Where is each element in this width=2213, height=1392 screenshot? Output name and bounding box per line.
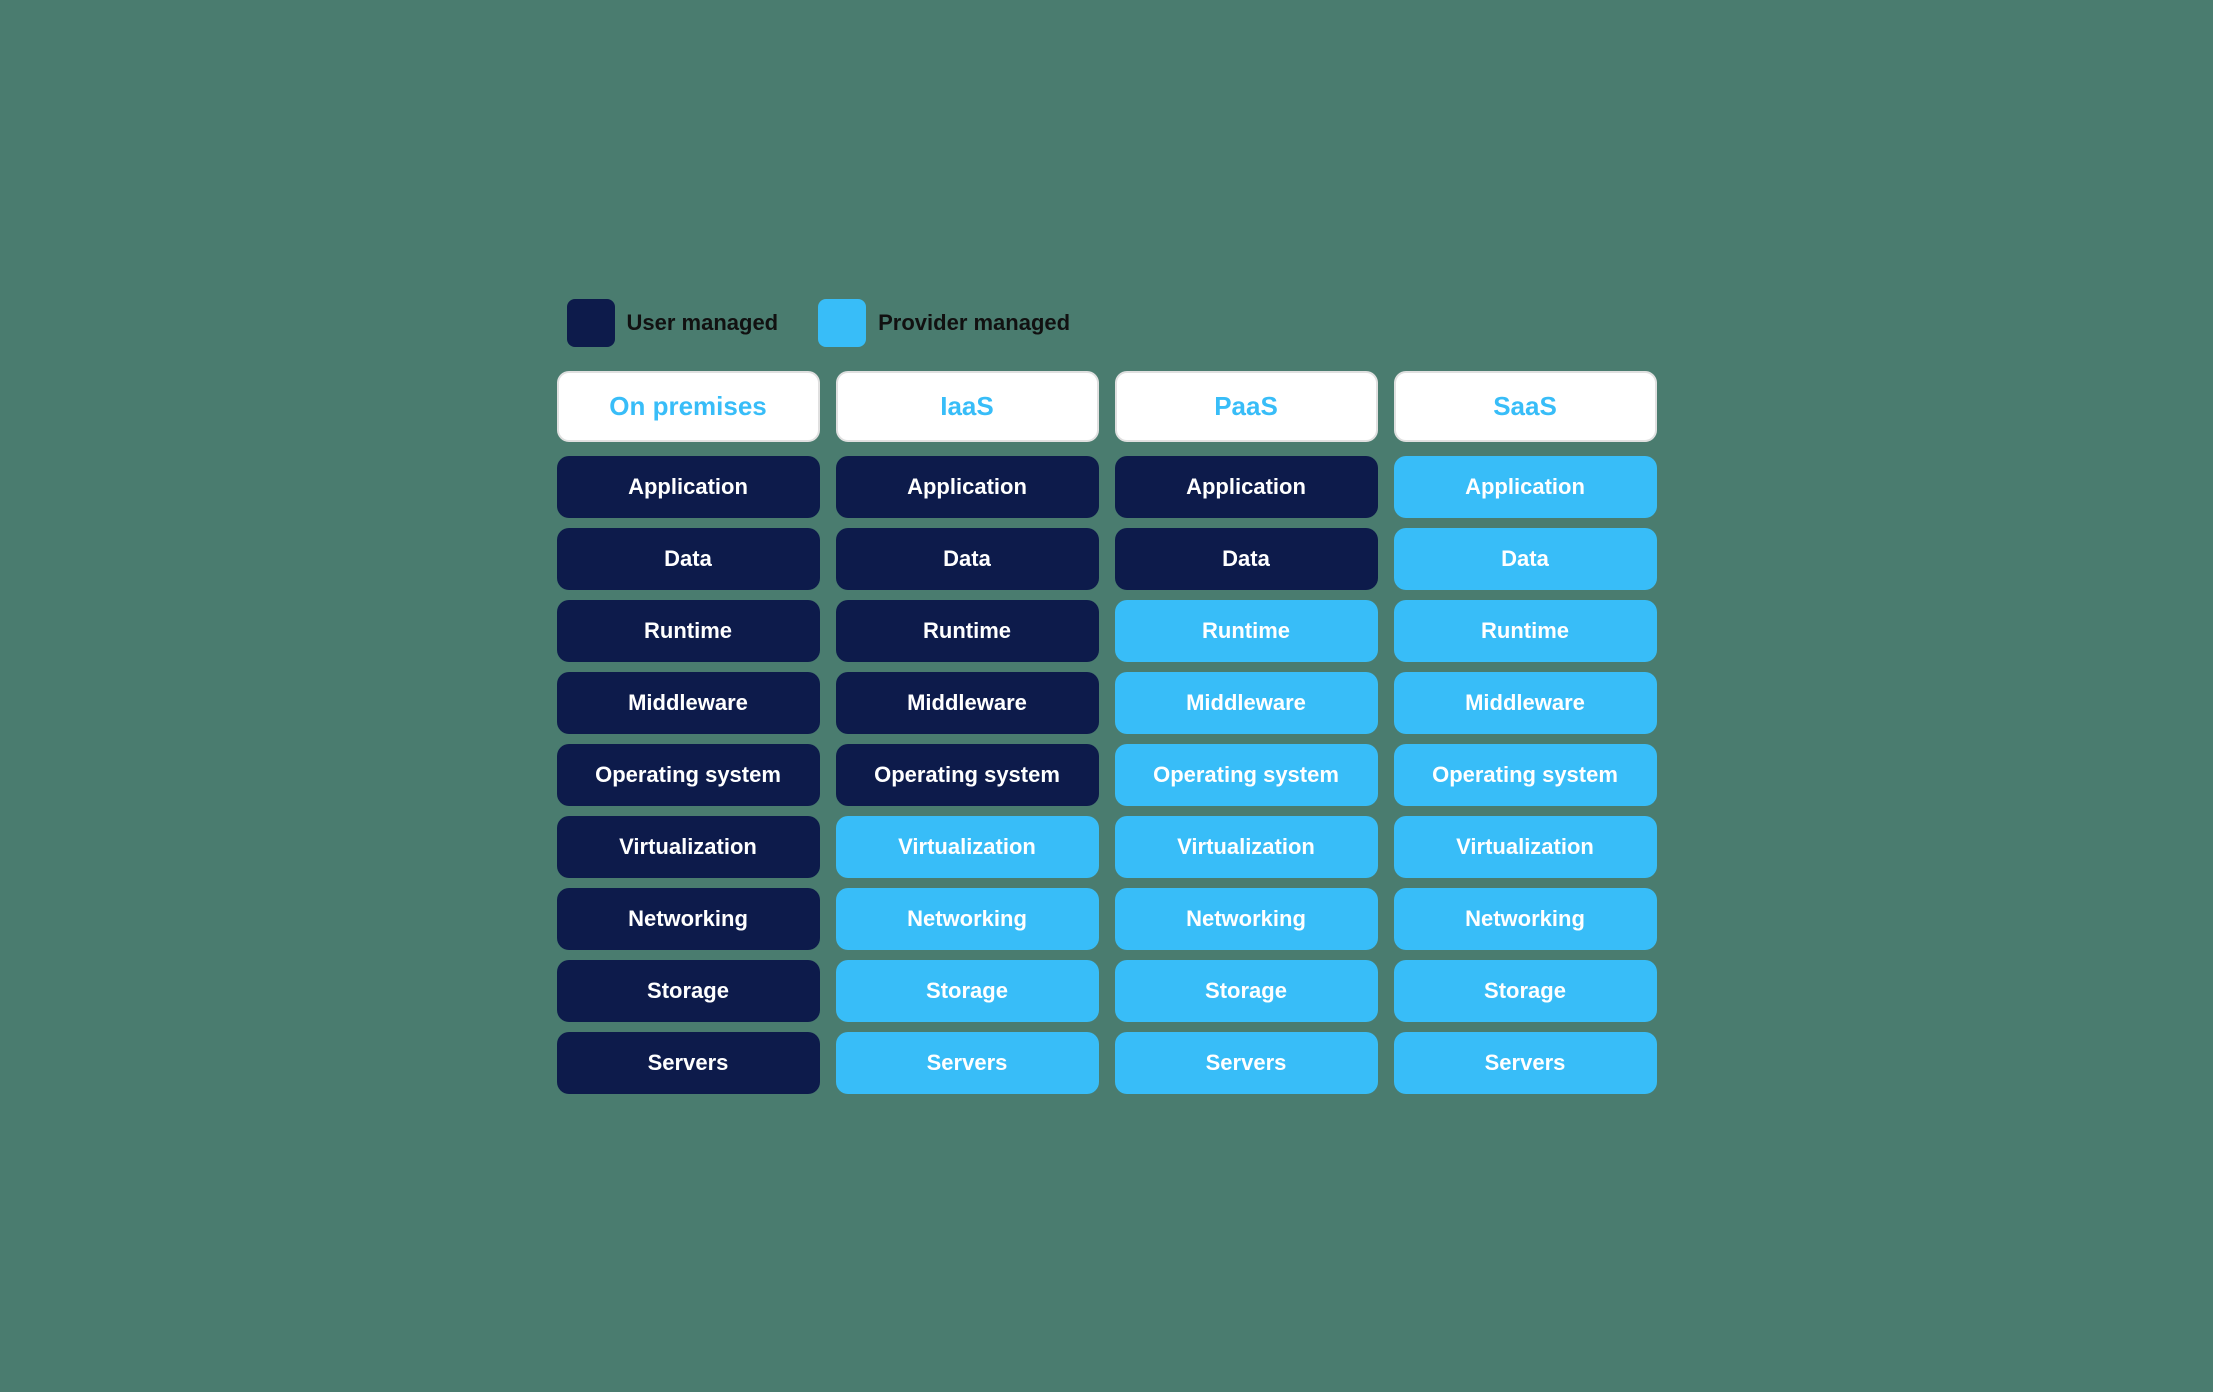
cell-on-premises-virtualization: Virtualization: [557, 816, 820, 878]
cell-paas-networking: Networking: [1115, 888, 1378, 950]
cell-paas-application: Application: [1115, 456, 1378, 518]
cell-iaas-networking: Networking: [836, 888, 1099, 950]
cell-on-premises-networking: Networking: [557, 888, 820, 950]
main-container: User managed Provider managed On premise…: [557, 299, 1657, 1094]
legend-item-user-managed: User managed: [567, 299, 779, 347]
cell-saas-virtualization: Virtualization: [1394, 816, 1657, 878]
user-managed-swatch: [567, 299, 615, 347]
cell-paas-servers: Servers: [1115, 1032, 1378, 1094]
column-header-iaas: IaaS: [836, 371, 1099, 442]
cell-iaas-application: Application: [836, 456, 1099, 518]
column-header-on-premises: On premises: [557, 371, 820, 442]
cell-paas-runtime: Runtime: [1115, 600, 1378, 662]
cell-on-premises-runtime: Runtime: [557, 600, 820, 662]
provider-managed-label: Provider managed: [878, 310, 1070, 336]
cell-paas-virtualization: Virtualization: [1115, 816, 1378, 878]
cell-on-premises-middleware: Middleware: [557, 672, 820, 734]
cell-on-premises-data: Data: [557, 528, 820, 590]
cell-saas-servers: Servers: [1394, 1032, 1657, 1094]
cell-paas-data: Data: [1115, 528, 1378, 590]
cell-iaas-operating-system: Operating system: [836, 744, 1099, 806]
provider-managed-swatch: [818, 299, 866, 347]
column-iaas: IaaS Application Data Runtime Middleware Oper…: [836, 371, 1099, 1094]
cell-saas-runtime: Runtime: [1394, 600, 1657, 662]
cell-saas-data: Data: [1394, 528, 1657, 590]
column-saas: SaaS Application Data Runtime Middleware Oper…: [1394, 371, 1657, 1094]
cell-saas-application: Application: [1394, 456, 1657, 518]
column-header-paas: PaaS: [1115, 371, 1378, 442]
cell-saas-storage: Storage: [1394, 960, 1657, 1022]
column-header-saas: SaaS: [1394, 371, 1657, 442]
legend: User managed Provider managed: [557, 299, 1657, 347]
cell-on-premises-operating-system: Operating system: [557, 744, 820, 806]
cell-iaas-data: Data: [836, 528, 1099, 590]
cell-saas-middleware: Middleware: [1394, 672, 1657, 734]
comparison-grid: On premises Application Data Runtime Middlew…: [557, 371, 1657, 1094]
legend-item-provider-managed: Provider managed: [818, 299, 1070, 347]
cell-paas-storage: Storage: [1115, 960, 1378, 1022]
cell-saas-networking: Networking: [1394, 888, 1657, 950]
cell-paas-operating-system: Operating system: [1115, 744, 1378, 806]
cell-iaas-storage: Storage: [836, 960, 1099, 1022]
cell-iaas-virtualization: Virtualization: [836, 816, 1099, 878]
cell-iaas-servers: Servers: [836, 1032, 1099, 1094]
column-on-premises: On premises Application Data Runtime Middlew…: [557, 371, 820, 1094]
cell-on-premises-servers: Servers: [557, 1032, 820, 1094]
cell-saas-operating-system: Operating system: [1394, 744, 1657, 806]
cell-paas-middleware: Middleware: [1115, 672, 1378, 734]
cell-on-premises-storage: Storage: [557, 960, 820, 1022]
cell-on-premises-application: Application: [557, 456, 820, 518]
cell-iaas-runtime: Runtime: [836, 600, 1099, 662]
user-managed-label: User managed: [627, 310, 779, 336]
column-paas: PaaS Application Data Runtime Middleware Oper…: [1115, 371, 1378, 1094]
cell-iaas-middleware: Middleware: [836, 672, 1099, 734]
